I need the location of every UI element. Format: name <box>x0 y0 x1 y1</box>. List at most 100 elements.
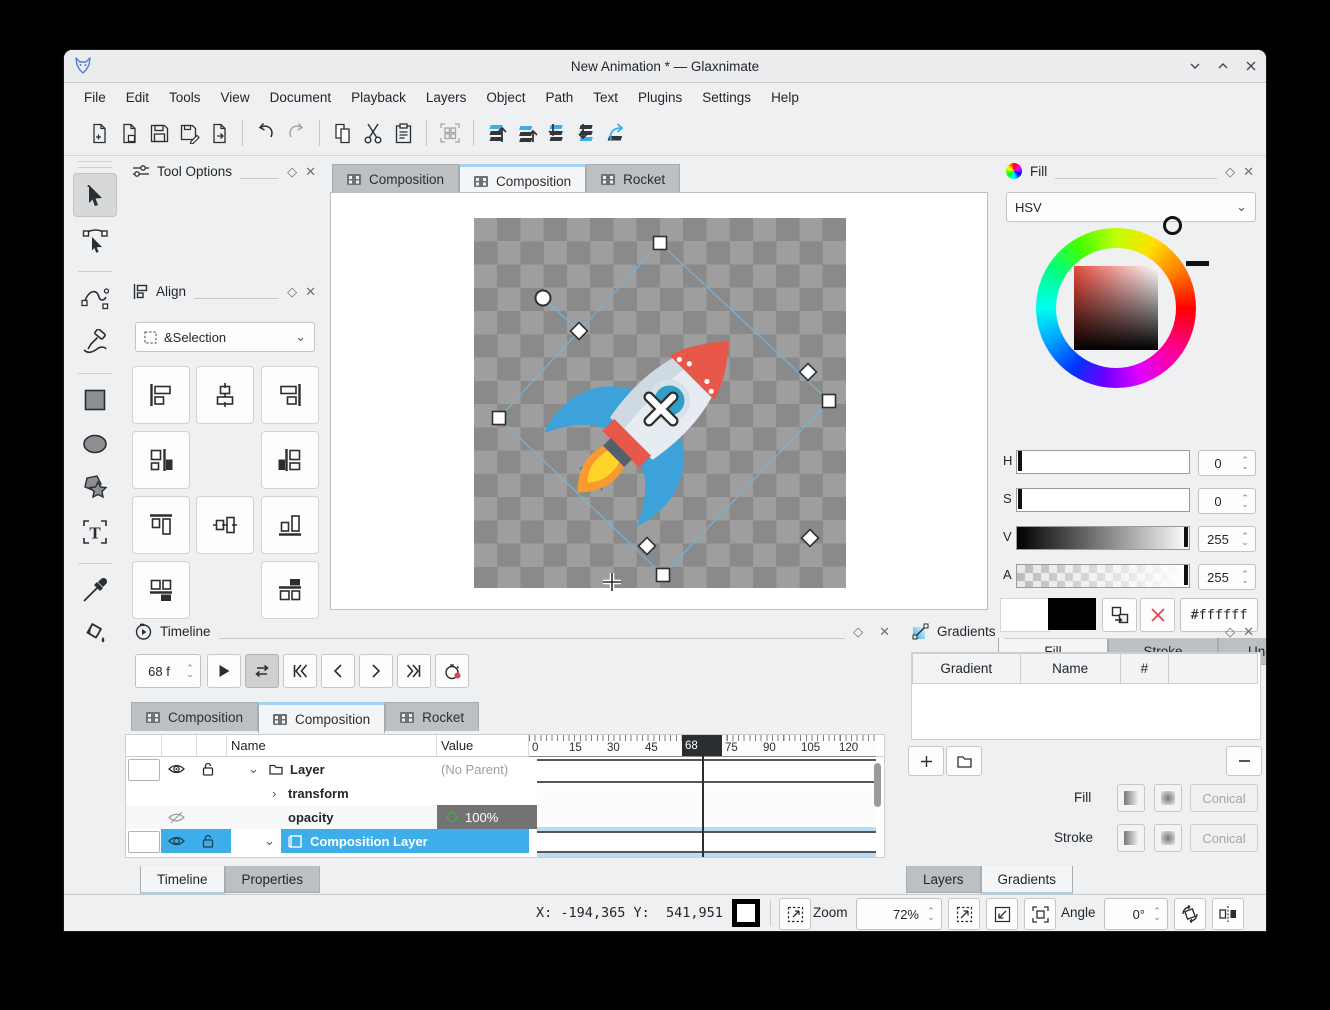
rectangle-tool-button[interactable] <box>74 379 116 421</box>
playhead[interactable] <box>702 735 704 857</box>
align-relative-left-button[interactable] <box>132 431 190 489</box>
menu-plugins[interactable]: Plugins <box>628 86 692 109</box>
frame-spinbox[interactable]: 68 f⌃⌄ <box>135 654 201 688</box>
previous-frame-button[interactable] <box>321 654 355 688</box>
flip-view-icon[interactable] <box>1212 898 1244 930</box>
fit-view-icon[interactable] <box>1024 898 1056 930</box>
align-right-button[interactable] <box>261 366 319 424</box>
composition-layer-track[interactable] <box>537 831 876 853</box>
align-top-button[interactable] <box>132 496 190 554</box>
loop-button[interactable] <box>245 654 279 688</box>
angle-spinbox[interactable]: 0°⌃⌄ <box>1104 898 1168 930</box>
value-spinbox[interactable]: 255⌃⌄ <box>1198 526 1256 552</box>
freehand-tool-button[interactable] <box>74 321 116 363</box>
opacity-row[interactable]: opacity 100% <box>126 805 529 829</box>
value-slider[interactable] <box>1016 526 1190 550</box>
close-panel-icon[interactable]: ✕ <box>879 625 890 638</box>
eye-visible-icon[interactable] <box>168 763 185 775</box>
composition-layer-row[interactable]: ⌄ Composition Layer <box>126 829 529 853</box>
minimize-button[interactable] <box>1188 59 1202 73</box>
menu-text[interactable]: Text <box>583 86 628 109</box>
layer-row[interactable]: ⌄ Layer (No Parent) <box>126 757 529 781</box>
copy-icon[interactable] <box>328 118 358 148</box>
menu-document[interactable]: Document <box>260 86 342 109</box>
align-relative-right-button[interactable] <box>261 431 319 489</box>
transform-row[interactable]: › transform <box>126 781 529 805</box>
add-gradient-button[interactable] <box>908 746 944 776</box>
document-save-icon[interactable] <box>144 118 174 148</box>
lock-icon[interactable] <box>202 762 214 776</box>
eye-visible-icon[interactable] <box>168 835 185 847</box>
cut-icon[interactable] <box>358 118 388 148</box>
menu-help[interactable]: Help <box>761 86 809 109</box>
next-frame-button[interactable] <box>359 654 393 688</box>
canvas-viewport[interactable] <box>330 192 988 610</box>
close-panel-icon[interactable]: ✕ <box>305 165 316 178</box>
canvas-tab-rocket[interactable]: Rocket <box>586 164 680 193</box>
float-panel-icon[interactable]: ◇ <box>287 165 297 178</box>
expand-chevron-icon[interactable]: ⌄ <box>264 833 275 849</box>
menu-tools[interactable]: Tools <box>159 86 211 109</box>
maximize-button[interactable] <box>1216 59 1230 73</box>
go-to-first-frame-button[interactable] <box>283 654 317 688</box>
document-export-icon[interactable] <box>204 118 234 148</box>
dock-tab-layers[interactable]: Layers <box>906 866 981 893</box>
menu-layers[interactable]: Layers <box>416 86 477 109</box>
layer-lower-to-bottom-icon[interactable] <box>572 118 602 148</box>
gradient-presets-folder-icon[interactable] <box>946 746 982 776</box>
align-relative-top-button[interactable] <box>261 561 319 619</box>
current-color-indicator[interactable] <box>732 899 760 927</box>
canvas-tab-composition-2[interactable]: Composition <box>459 164 586 195</box>
stroke-linear-gradient-button[interactable] <box>1117 824 1145 852</box>
zoom-out-icon[interactable] <box>986 898 1018 930</box>
menu-playback[interactable]: Playback <box>341 86 416 109</box>
menu-view[interactable]: View <box>211 86 260 109</box>
canvas-tab-composition-1[interactable]: Composition <box>332 164 459 193</box>
draw-bezier-tool-button[interactable] <box>74 277 116 319</box>
undo-icon[interactable] <box>251 118 281 148</box>
timeline-tab-composition-2[interactable]: Composition <box>258 702 385 733</box>
select-tool-button[interactable] <box>73 173 117 217</box>
align-left-button[interactable] <box>132 366 190 424</box>
saturation-value-square[interactable] <box>1074 266 1158 350</box>
align-bottom-button[interactable] <box>261 496 319 554</box>
group-icon[interactable] <box>435 118 465 148</box>
opacity-value-badge[interactable]: 100% <box>437 805 538 829</box>
menu-edit[interactable]: Edit <box>116 86 159 109</box>
eye-hidden-icon[interactable] <box>168 811 185 824</box>
document-open-icon[interactable] <box>114 118 144 148</box>
float-panel-icon[interactable]: ◇ <box>853 625 863 638</box>
fill-bucket-tool-button[interactable] <box>74 613 116 655</box>
alpha-spinbox[interactable]: 255⌃⌄ <box>1198 564 1256 590</box>
menu-object[interactable]: Object <box>476 86 535 109</box>
layer-track[interactable] <box>537 759 876 783</box>
timeline-tab-rocket[interactable]: Rocket <box>385 702 479 731</box>
animated-property-indicator-icon[interactable] <box>447 812 457 822</box>
dock-tab-timeline[interactable]: Timeline <box>140 866 225 895</box>
edit-nodes-tool-button[interactable] <box>74 219 116 261</box>
float-panel-icon[interactable]: ◇ <box>1225 165 1235 178</box>
align-target-select[interactable]: &Selection ⌄ <box>135 322 315 352</box>
zoom-to-selection-icon[interactable] <box>779 898 811 930</box>
menu-path[interactable]: Path <box>535 86 583 109</box>
layer-move-up-level-icon[interactable] <box>602 118 632 148</box>
layer-toggle-box[interactable] <box>128 759 160 781</box>
dock-tab-gradients[interactable]: Gradients <box>981 866 1074 895</box>
close-panel-icon[interactable]: ✕ <box>1243 165 1254 178</box>
align-v-center-button[interactable] <box>196 496 254 554</box>
close-panel-icon[interactable]: ✕ <box>1243 625 1254 638</box>
go-to-last-frame-button[interactable] <box>397 654 431 688</box>
hue-wheel-marker[interactable] <box>1163 216 1182 235</box>
collapsed-chevron-icon[interactable]: › <box>272 786 276 801</box>
fill-radial-gradient-button[interactable] <box>1154 784 1182 812</box>
expand-chevron-icon[interactable]: ⌄ <box>248 761 259 777</box>
float-panel-icon[interactable]: ◇ <box>1225 625 1235 638</box>
stroke-conical-gradient-button[interactable]: Conical <box>1190 824 1258 852</box>
text-tool-button[interactable]: T <box>74 511 116 553</box>
close-button[interactable] <box>1244 59 1258 73</box>
zoom-spinbox[interactable]: 72%⌃⌄ <box>856 898 942 930</box>
title-bar[interactable]: New Animation * — Glaxnimate <box>64 50 1266 83</box>
stroke-radial-gradient-button[interactable] <box>1154 824 1182 852</box>
align-h-center-button[interactable] <box>196 366 254 424</box>
remove-gradient-button[interactable] <box>1226 746 1262 776</box>
